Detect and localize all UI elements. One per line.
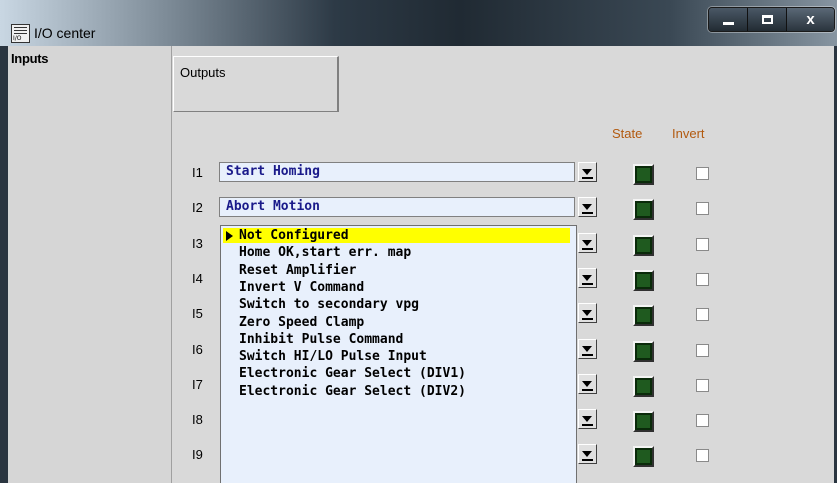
dropdown-option-label: Invert V Command: [239, 279, 365, 295]
state-column-header: State: [612, 126, 643, 141]
minimize-icon: [722, 22, 734, 25]
close-button[interactable]: x: [787, 8, 834, 31]
dropdown-option[interactable]: Switch HI/LO Pulse Input: [223, 349, 570, 364]
dropdown-arrow-button-i1[interactable]: [578, 162, 597, 182]
dropdown-arrow-button-i2[interactable]: [578, 197, 597, 217]
window-title: I/O center: [34, 25, 96, 41]
invert-checkbox-i9[interactable]: [696, 449, 709, 462]
input-function-select-i2[interactable]: Abort Motion: [219, 197, 575, 217]
dropdown-option[interactable]: Inhibit Pulse Command: [223, 332, 570, 347]
dropdown-option[interactable]: Not Configured: [223, 228, 570, 243]
state-led-i4: [633, 270, 654, 291]
tab-inputs[interactable]: Inputs: [8, 46, 172, 483]
input-label-i3: I3: [192, 236, 203, 251]
dropdown-arrow-button-i7[interactable]: [578, 374, 597, 394]
invert-checkbox-i2[interactable]: [696, 202, 709, 215]
input-label-i6: I6: [192, 342, 203, 357]
function-dropdown-list[interactable]: Not Configured Home OK,start err. map Rese…: [220, 225, 577, 483]
maximize-icon: [761, 15, 773, 24]
dropdown-arrow-button-i8[interactable]: [578, 409, 597, 429]
state-led-i8: [633, 411, 654, 432]
dropdown-option[interactable]: Electronic Gear Select (DIV1): [223, 366, 570, 381]
state-led-i2: [633, 199, 654, 220]
dropdown-option[interactable]: Home OK,start err. map: [223, 245, 570, 260]
state-led-i5: [633, 305, 654, 326]
close-icon: x: [806, 11, 815, 28]
dropdown-arrow-button-i3[interactable]: [578, 233, 597, 253]
selection-arrow-icon: [226, 231, 233, 241]
dropdown-arrow-button-i9[interactable]: [578, 444, 597, 464]
input-label-i2: I2: [192, 200, 203, 215]
dropdown-option-label: Not Configured: [239, 228, 349, 243]
state-led-i7: [633, 376, 654, 397]
tab-outputs-label: Outputs: [180, 65, 226, 80]
state-led-i9: [633, 446, 654, 467]
window-controls: x: [708, 7, 835, 32]
input-label-i7: I7: [192, 377, 203, 392]
invert-checkbox-i7[interactable]: [696, 379, 709, 392]
input-label-i4: I4: [192, 271, 203, 286]
dropdown-option-label: Electronic Gear Select (DIV1): [239, 366, 466, 382]
state-led-i3: [633, 235, 654, 256]
state-led-i6: [633, 341, 654, 362]
dropdown-option-label: Inhibit Pulse Command: [239, 331, 404, 347]
io-center-window: I/O I/O center x Inputs Outputs State In…: [0, 0, 837, 483]
dropdown-option-label: Home OK,start err. map: [239, 245, 412, 261]
window-border-left: [0, 46, 8, 483]
dropdown-option-label: Switch to secondary vpg: [239, 297, 420, 313]
invert-checkbox-i4[interactable]: [696, 273, 709, 286]
input-label-i1: I1: [192, 165, 203, 180]
dropdown-arrow-button-i5[interactable]: [578, 303, 597, 323]
dropdown-option-label: Switch HI/LO Pulse Input: [239, 349, 427, 365]
client-area: Inputs Outputs State Invert I1 Start Homi…: [8, 46, 834, 483]
dropdown-option[interactable]: Electronic Gear Select (DIV2): [223, 384, 570, 399]
invert-checkbox-i1[interactable]: [696, 167, 709, 180]
invert-checkbox-i5[interactable]: [696, 308, 709, 321]
state-led-i1: [633, 164, 654, 185]
invert-checkbox-i3[interactable]: [696, 238, 709, 251]
dropdown-option[interactable]: Invert V Command: [223, 280, 570, 295]
input-label-i5: I5: [192, 306, 203, 321]
input-label-i8: I8: [192, 412, 203, 427]
minimize-button[interactable]: [709, 8, 748, 31]
invert-column-header: Invert: [672, 126, 705, 141]
tab-inputs-label: Inputs: [11, 51, 49, 66]
io-app-icon: I/O: [11, 24, 30, 43]
invert-checkbox-i8[interactable]: [696, 414, 709, 427]
dropdown-arrow-button-i4[interactable]: [578, 268, 597, 288]
maximize-button[interactable]: [748, 8, 787, 31]
dropdown-option[interactable]: Zero Speed Clamp: [223, 315, 570, 330]
dropdown-option-label: Electronic Gear Select (DIV2): [239, 383, 466, 399]
dropdown-option-label: Reset Amplifier: [239, 262, 357, 278]
title-bar[interactable]: I/O I/O center x: [0, 0, 837, 46]
invert-checkbox-i6[interactable]: [696, 344, 709, 357]
tab-outputs[interactable]: Outputs: [173, 56, 339, 112]
dropdown-option[interactable]: Reset Amplifier: [223, 263, 570, 278]
dropdown-option[interactable]: Switch to secondary vpg: [223, 297, 570, 312]
input-label-i9: I9: [192, 447, 203, 462]
input-function-select-i1[interactable]: Start Homing: [219, 162, 575, 182]
dropdown-arrow-button-i6[interactable]: [578, 339, 597, 359]
dropdown-option-label: Zero Speed Clamp: [239, 314, 365, 330]
